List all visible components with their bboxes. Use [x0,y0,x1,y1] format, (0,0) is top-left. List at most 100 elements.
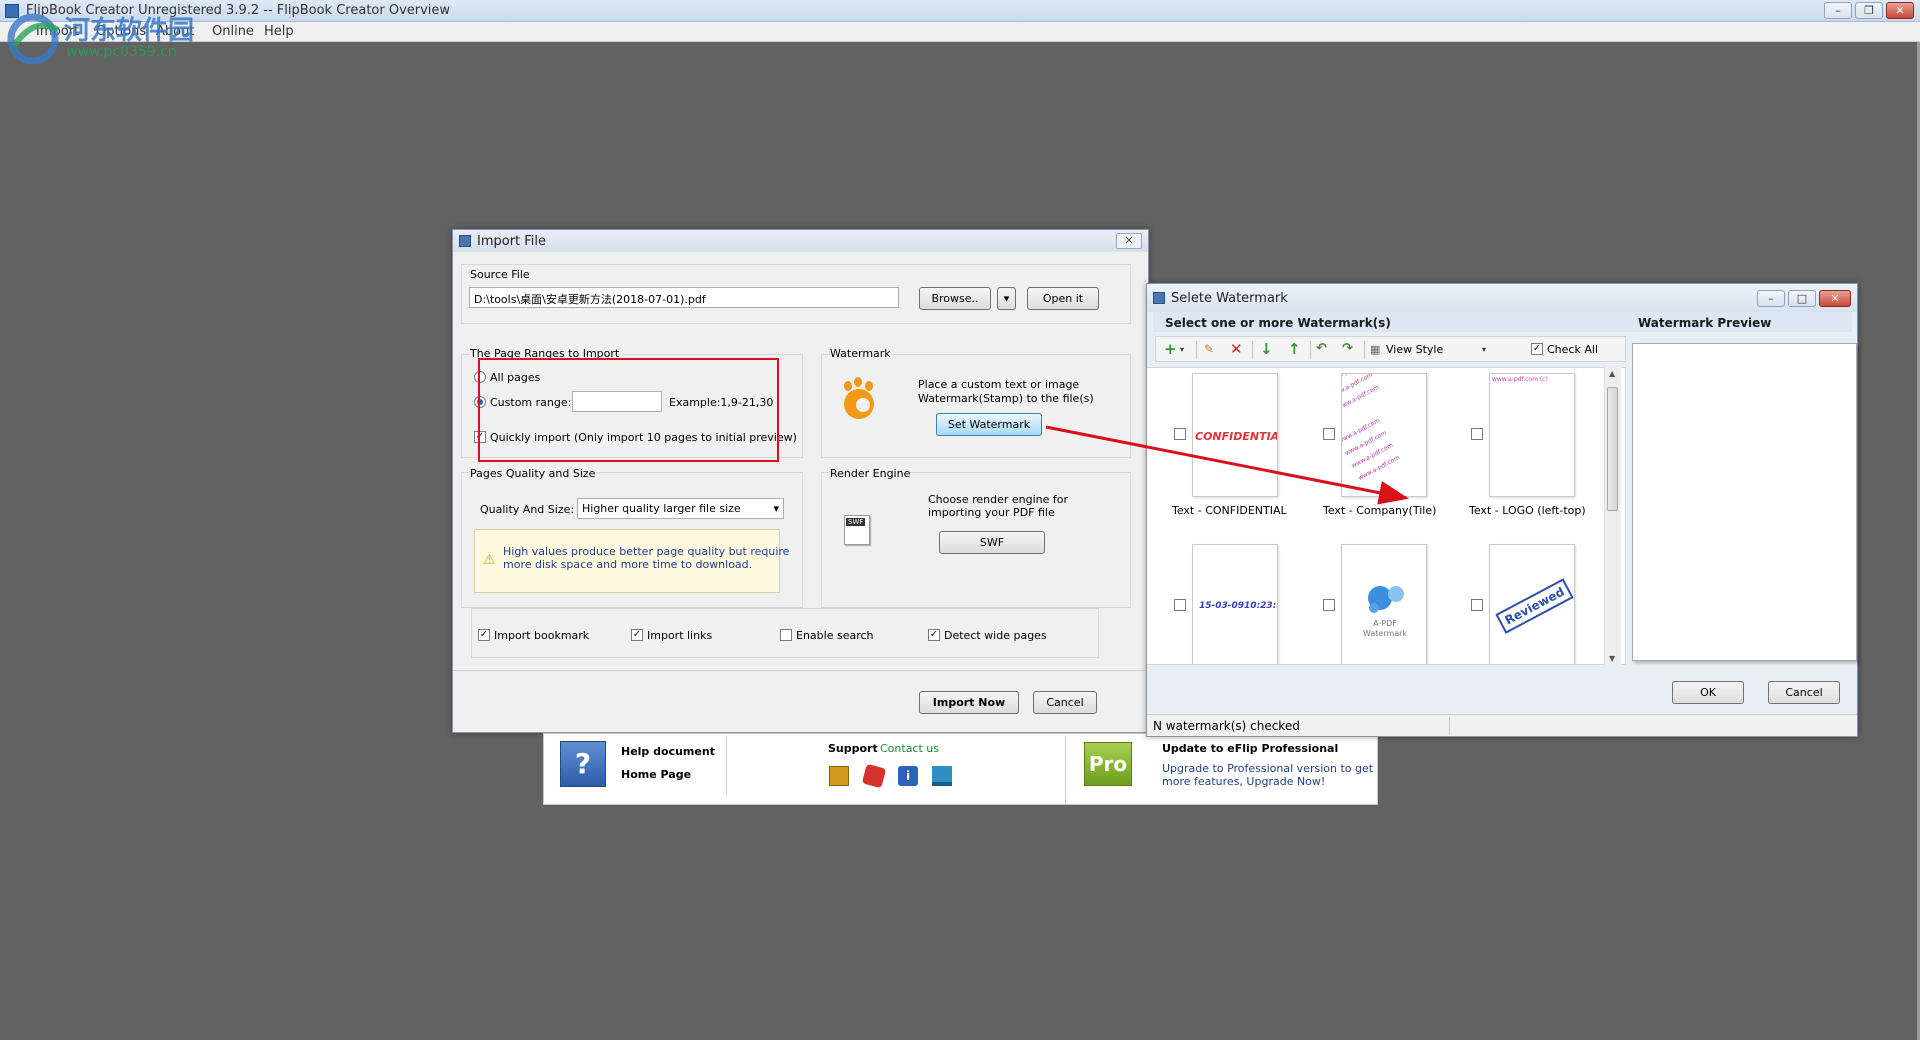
check-all-label[interactable]: Check All [1547,343,1598,356]
import-cancel-button[interactable]: Cancel [1033,691,1097,714]
menu-bar: Import Options About Online Help [0,22,1920,42]
menu-online[interactable]: Online [212,24,254,39]
browse-dropdown-button[interactable]: ▾ [997,287,1016,310]
import-options-group: ✓ Import bookmark ✓ Import links Enable … [471,608,1099,658]
help-icon[interactable]: ? [560,741,606,787]
maximize-button[interactable]: □ [1788,290,1816,307]
close-button[interactable]: ✕ [1886,2,1914,19]
import-dialog-close-button[interactable]: ✕ [1116,233,1142,249]
scroll-up-icon[interactable]: ▲ [1609,369,1615,378]
minimize-button[interactable]: – [1824,2,1852,19]
watermark-dialog-title: Selete Watermark [1171,291,1288,306]
watermark-checkbox[interactable] [1174,428,1186,440]
watermark-thumbnail[interactable]: CONFIDENTIAL [1192,373,1278,497]
view-style-dropdown-icon[interactable]: ▾ [1482,342,1486,358]
watermark-thumbnail[interactable]: www.a-pdf.com (c) [1489,373,1575,497]
source-file-label: Source File [470,268,530,281]
apdf-logo-icon [1368,586,1404,613]
watermark-stamp-text: 15-03-0910:23:19 [1199,601,1277,611]
import-now-button[interactable]: Import Now [919,691,1019,714]
watermark-checkbox[interactable] [1323,428,1335,440]
import-file-dialog: Import File ✕ Source File D:\tools\桌面\安卓… [452,229,1149,733]
watermark-thumbnail[interactable]: A-PDF Watermark [1341,544,1427,664]
watermark-ok-button[interactable]: OK [1672,681,1744,704]
edit-icon[interactable]: ✎ [1204,341,1214,357]
check-all-checkbox[interactable]: ✓ [1531,343,1543,355]
watermark-preview-pane [1632,343,1857,661]
upgrade-desc-line1: Upgrade to Professional version to get [1162,762,1374,775]
select-watermark-dialog: Selete Watermark – □ ✕ Select one or mor… [1146,283,1858,737]
watermark-checkbox[interactable] [1471,428,1483,440]
source-file-group: Source File D:\tools\桌面\安卓更新方法(2018-07-0… [461,264,1131,324]
lifebuoy-icon[interactable] [861,763,887,789]
close-button[interactable]: ✕ [1819,290,1851,307]
watermark-thumbnail[interactable]: 15-03-0910:23:19 [1192,544,1278,664]
import-bookmark-checkbox[interactable]: ✓ [478,629,490,641]
watermark-stamp-text: CONFIDENTIAL [1195,430,1278,443]
menu-help[interactable]: Help [264,24,294,39]
chevron-down-icon: ▾ [773,502,779,515]
info-icon[interactable]: i [898,766,918,786]
banner-divider-2 [1065,736,1066,804]
statusbar-divider [1449,717,1450,735]
import-links-label: Import links [647,629,713,642]
move-down-icon[interactable]: ↓ [1260,341,1273,357]
minimize-button[interactable]: – [1757,290,1785,307]
export-icon[interactable]: ↷ [1342,341,1353,357]
dialog-icon [1153,292,1165,304]
import-dialog-title: Import File [477,234,547,249]
watermark-checkbox[interactable] [1471,599,1483,611]
view-style-icon[interactable]: ▦ [1370,342,1380,358]
browse-button[interactable]: Browse.. [919,287,991,310]
scrollbar-thumb[interactable] [1607,387,1618,511]
highlight-box [478,358,779,462]
toolbar-separator [1310,341,1311,359]
open-it-button[interactable]: Open it [1027,287,1099,310]
view-style-label[interactable]: View Style [1386,343,1443,356]
watermark-checkbox[interactable] [1174,599,1186,611]
home-page-link[interactable]: Home Page [621,768,691,781]
watermark-thumbnail[interactable]: Reviewed [1489,544,1575,664]
watermark-caption: Text - Company(Tile) [1323,504,1437,517]
watermark-desc-line2: Watermark(Stamp) to the file(s) [918,392,1094,405]
restore-button[interactable]: ❐ [1855,2,1883,19]
watermark-cancel-button[interactable]: Cancel [1768,681,1840,704]
banner-divider [726,736,727,794]
contact-us-link[interactable]: Contact us [880,742,939,755]
upgrade-title[interactable]: Update to eFlip Professional [1162,742,1338,755]
delete-icon[interactable]: ✕ [1230,341,1243,357]
enable-search-label: Enable search [796,629,874,642]
detect-wide-pages-label: Detect wide pages [944,629,1047,642]
add-icon[interactable]: + [1164,341,1177,357]
support-label: Support [828,742,878,755]
pro-badge[interactable]: Pro [1084,742,1132,786]
help-document-link[interactable]: Help document [621,745,715,758]
watermark-toolbar: + ▾ ✎ ✕ ↓ ↑ ↶ ↷ ▦ View Style ▾ ✓ Check A… [1155,336,1626,362]
swf-engine-button[interactable]: SWF [939,531,1045,554]
site-watermark-name: 河东软件园 [64,16,195,46]
watermark-checkbox[interactable] [1323,599,1335,611]
enable-search-checkbox[interactable] [780,629,792,641]
render-desc-line1: Choose render engine for [928,493,1069,506]
watermark-thumbnail[interactable]: www.a-pdf.com www.a-pdf.com www.a-pdf.co… [1341,373,1427,497]
source-file-input[interactable]: D:\tools\桌面\安卓更新方法(2018-07-01).pdf [469,287,899,308]
watermark-dialog-titlebar: Selete Watermark – □ ✕ [1147,284,1857,312]
watermark-label: Watermark [830,347,891,360]
window-controls: – ❐ ✕ [1824,2,1914,19]
site-logo-icon [7,13,60,64]
import-links-checkbox[interactable]: ✓ [631,629,643,641]
move-up-icon[interactable]: ↑ [1288,341,1301,357]
set-watermark-button[interactable]: Set Watermark [936,413,1042,436]
toolbar-separator [1364,341,1365,359]
add-dropdown-icon[interactable]: ▾ [1180,342,1184,358]
thumbnail-scrollbar[interactable]: ▲ ▼ [1604,367,1621,665]
download-icon[interactable] [932,766,952,786]
import-icon[interactable]: ↶ [1316,341,1327,357]
watermark-stamp-text: www.a-pdf.com (c) [1492,376,1548,383]
swf-file-icon: SWF [844,515,870,545]
quality-size-label: Quality And Size: [480,503,575,516]
scroll-down-icon[interactable]: ▼ [1609,654,1615,663]
user-support-icon[interactable] [829,766,849,786]
detect-wide-pages-checkbox[interactable]: ✓ [928,629,940,641]
quality-select[interactable]: Higher quality larger file size ▾ [577,498,784,519]
